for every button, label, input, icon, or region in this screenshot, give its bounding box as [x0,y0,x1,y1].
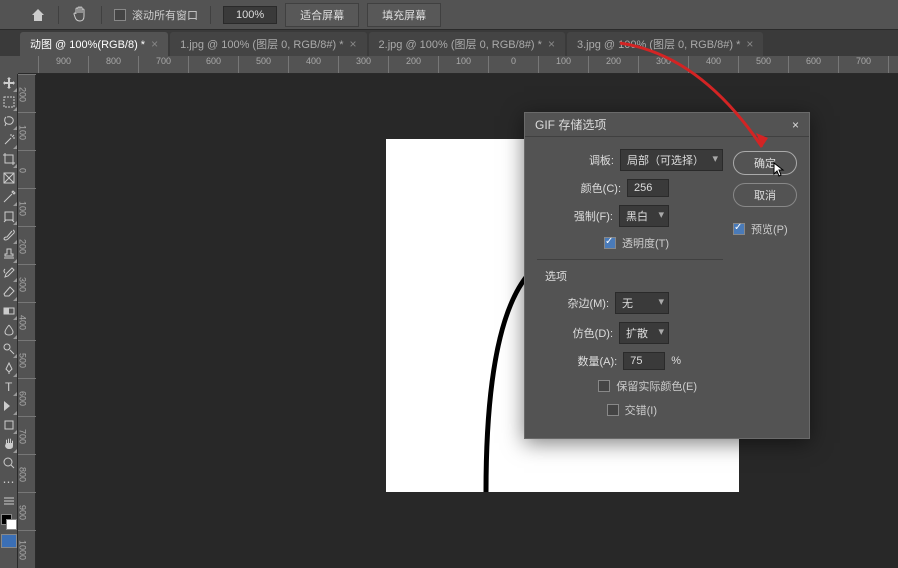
shape-tool-icon[interactable] [1,416,17,434]
close-icon[interactable]: × [350,37,357,51]
dither-label: 仿色(D): [573,325,613,341]
lasso-tool-icon[interactable] [1,112,17,130]
separator [101,6,102,24]
gif-save-options-dialog: GIF 存储选项 × 调板: 局部（可选择） 颜色(C): 256 强制(F):… [524,112,810,439]
ok-button[interactable]: 确定 [733,151,797,175]
close-icon[interactable]: × [746,37,753,51]
colors-label: 颜色(C): [581,180,621,196]
matte-select[interactable]: 无 [615,292,669,314]
palette-label: 调板: [589,152,614,168]
pen-tool-icon[interactable] [1,359,17,377]
hand-tool-icon[interactable] [71,6,89,24]
edit-toolbar-icon[interactable] [1,492,17,510]
tab-document-1[interactable]: 1.jpg @ 100% (图层 0, RGB/8#) * × [170,32,366,56]
type-tool-icon[interactable]: T [1,378,17,396]
options-bar: 滚动所有窗口 100% 适合屏幕 填充屏幕 [0,0,898,30]
gradient-tool-icon[interactable] [1,302,17,320]
tools-panel: T ⋯ [0,74,18,568]
stamp-tool-icon[interactable] [1,245,17,263]
tab-label: 1.jpg @ 100% (图层 0, RGB/8#) * [180,36,343,52]
separator [58,6,59,24]
options-section-title: 选项 [545,268,723,284]
tab-label: 3.jpg @ 100% (图层 0, RGB/8#) * [577,36,740,52]
close-icon[interactable]: × [151,37,158,51]
palette-select[interactable]: 局部（可选择） [620,149,723,171]
transparency-label: 透明度(T) [622,235,669,251]
eyedropper-tool-icon[interactable] [1,188,17,206]
matte-label: 杂边(M): [567,295,609,311]
document-tabs: 动图 @ 100%(RGB/8) * × 1.jpg @ 100% (图层 0,… [0,30,898,56]
hand-tool-icon[interactable] [1,435,17,453]
checkbox-icon [607,404,619,416]
amount-input[interactable]: 75 [623,352,665,370]
checkbox-icon [114,9,126,21]
path-tool-icon[interactable] [1,397,17,415]
foreground-color-swatch[interactable] [1,534,17,548]
dialog-title-text: GIF 存储选项 [535,116,606,133]
zoom-display[interactable]: 100% [223,6,277,24]
forced-select[interactable]: 黑白 [619,205,669,227]
cancel-button[interactable]: 取消 [733,183,797,207]
fit-screen-button[interactable]: 适合屏幕 [285,3,359,27]
svg-text:T: T [5,380,13,394]
separator [210,6,211,24]
zoom-tool-icon[interactable] [1,454,17,472]
wand-tool-icon[interactable] [1,131,17,149]
dialog-titlebar[interactable]: GIF 存储选项 × [525,113,809,137]
move-tool-icon[interactable] [1,74,17,92]
marquee-tool-icon[interactable] [1,93,17,111]
tab-label: 动图 @ 100%(RGB/8) * [30,36,145,52]
history-brush-tool-icon[interactable] [1,264,17,282]
tab-document-2[interactable]: 2.jpg @ 100% (图层 0, RGB/8#) * × [369,32,565,56]
forced-label: 强制(F): [574,208,613,224]
cursor-icon [773,162,785,178]
heal-tool-icon[interactable] [1,207,17,225]
preserve-label: 保留实际颜色(E) [616,378,697,394]
amount-label: 数量(A): [577,353,617,369]
home-icon[interactable] [30,7,46,23]
color-swap-icon[interactable] [1,511,17,533]
interlace-checkbox[interactable]: 交错(I) [607,402,657,418]
fill-screen-button[interactable]: 填充屏幕 [367,3,441,27]
interlace-label: 交错(I) [625,402,657,418]
scroll-all-label: 滚动所有窗口 [132,7,198,23]
tab-label: 2.jpg @ 100% (图层 0, RGB/8#) * [379,36,542,52]
preview-label: 预览(P) [751,221,788,237]
checkbox-icon [604,237,616,249]
horizontal-ruler: 9008007006005004003002001000100200300400… [18,56,898,74]
crop-tool-icon[interactable] [1,150,17,168]
dodge-tool-icon[interactable] [1,340,17,358]
close-icon[interactable]: × [792,118,799,132]
preserve-checkbox[interactable]: 保留实际颜色(E) [598,378,697,394]
tab-document-3[interactable]: 3.jpg @ 100% (图层 0, RGB/8#) * × [567,32,763,56]
amount-suffix: % [671,355,681,367]
brush-tool-icon[interactable] [1,226,17,244]
tab-document-0[interactable]: 动图 @ 100%(RGB/8) * × [20,32,168,56]
close-icon[interactable]: × [548,37,555,51]
colors-input[interactable]: 256 [627,179,669,197]
more-tools-icon[interactable]: ⋯ [1,473,17,491]
checkbox-icon [733,223,745,235]
transparency-checkbox[interactable]: 透明度(T) [604,235,669,251]
eraser-tool-icon[interactable] [1,283,17,301]
checkbox-icon [598,380,610,392]
preview-checkbox[interactable]: 预览(P) [733,221,797,237]
dither-select[interactable]: 扩散 [619,322,669,344]
blur-tool-icon[interactable] [1,321,17,339]
frame-tool-icon[interactable] [1,169,17,187]
scroll-all-windows-checkbox[interactable]: 滚动所有窗口 [114,7,198,23]
vertical-ruler: 20010001002003004005006007008009001000 [18,74,36,568]
